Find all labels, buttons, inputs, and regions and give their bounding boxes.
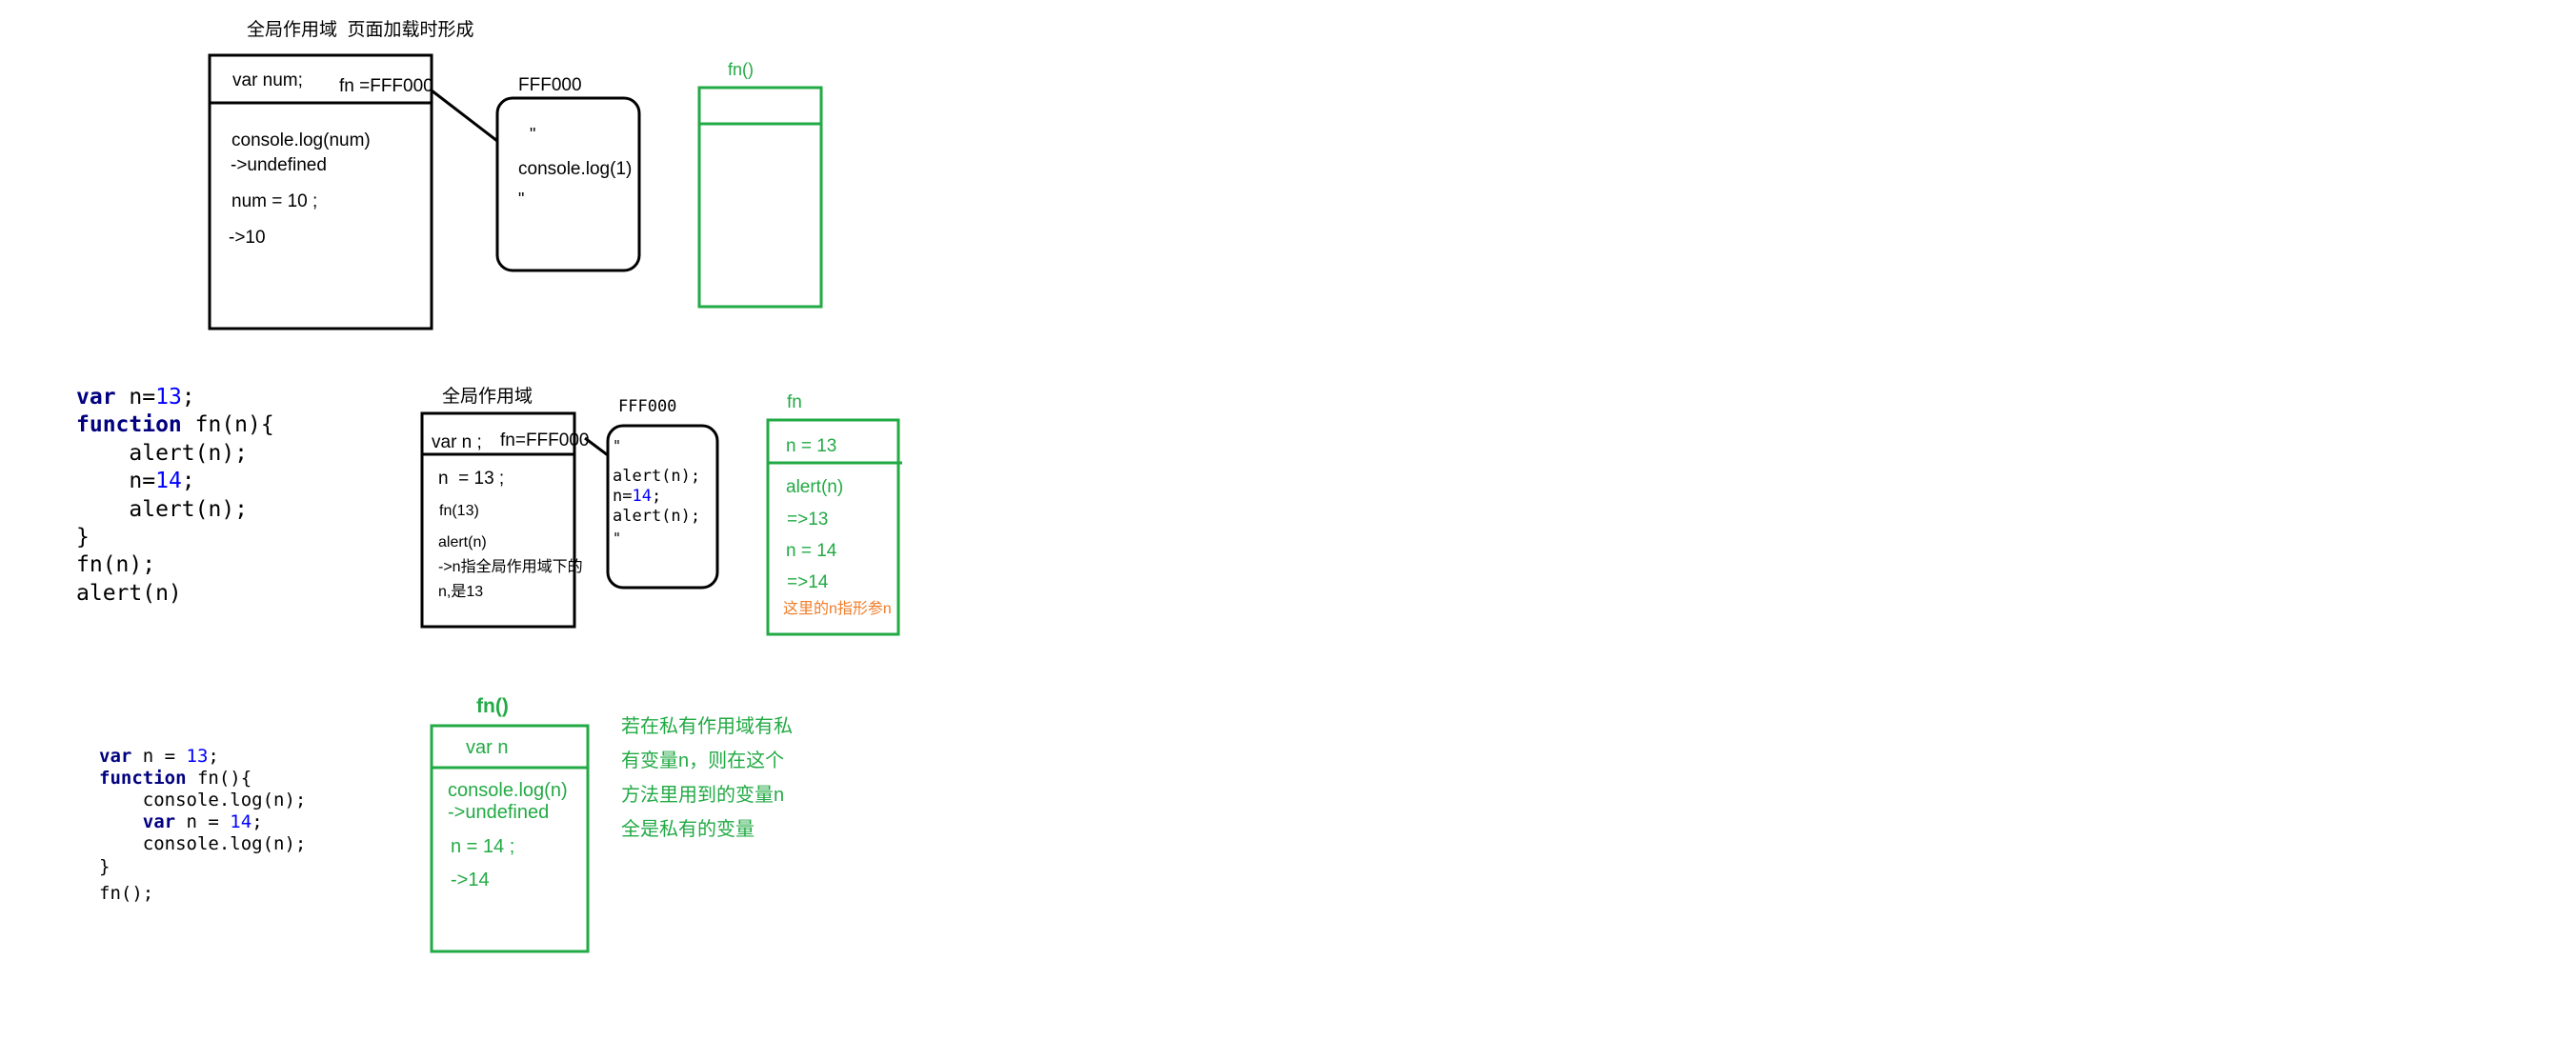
d1-heap-quote-close: ": [518, 190, 525, 209]
d1-heap-code: console.log(1): [518, 160, 633, 178]
d3-code-line-5: console.log(n);: [99, 833, 307, 854]
d2-code-line-8: alert(n): [76, 581, 182, 606]
d2-code-num: 13: [155, 385, 182, 410]
d2-code-text: fn(n){: [181, 412, 274, 437]
d2-code-text: n=: [115, 385, 156, 410]
d2-fn-line-1: alert(n): [786, 477, 844, 497]
d1-var-decl: var num;: [232, 70, 303, 90]
d2-line-5: n,是13: [438, 584, 484, 600]
d1-line-1: console.log(num): [231, 130, 371, 150]
d2-code-end: ;: [181, 469, 195, 493]
d2-fn-line-4: =>14: [787, 572, 829, 592]
d2-line-1: n = 13 ;: [438, 469, 505, 489]
d2-heap-line-2: n=14;: [613, 489, 661, 505]
d2-fn-label: fn: [787, 392, 802, 412]
d3-line-3: n = 14 ;: [451, 836, 515, 857]
d3-code-line-3: console.log(n);: [99, 790, 307, 810]
d2-var-decl: var n ;: [432, 432, 482, 452]
d3-code-end: ;: [252, 811, 263, 832]
d2-code-line-2: function fn(n){: [76, 414, 274, 436]
d2-line-4: ->n指全局作用域下的: [438, 559, 583, 575]
d1-line-4: ->10: [229, 228, 266, 248]
d3-code-kw: var: [99, 746, 132, 767]
d2-fn-top: n = 13: [786, 436, 837, 456]
d2-heap-num: 14: [632, 487, 652, 506]
d3-var-decl: var n: [466, 737, 509, 758]
d1-line-2: ->undefined: [231, 155, 327, 175]
d2-fn-line-2: =>13: [787, 510, 829, 530]
d2-code-text: n=: [76, 469, 156, 493]
d3-code-line-6: }: [99, 856, 111, 877]
d3-line-4: ->14: [451, 870, 490, 890]
d3-note-line-2: 有变量n，则在这个: [621, 750, 785, 771]
d2-code-line-3: alert(n);: [76, 441, 249, 466]
d2-heap-line-3: alert(n);: [613, 507, 701, 526]
d3-fn-label: fn(): [476, 695, 509, 717]
d3-note-line-3: 方法里用到的变量n: [621, 785, 785, 806]
d3-line-2: ->undefined: [448, 802, 550, 823]
d2-heap-label: FFF000: [618, 397, 677, 416]
d2-code-line-5: alert(n);: [76, 497, 249, 522]
d2-code-kw: function: [76, 412, 182, 437]
d3-code-text: n =: [175, 811, 231, 832]
d1-line-3: num = 10 ;: [231, 191, 318, 211]
d2-heap-quote-open: ": [613, 437, 622, 454]
d3-code-line-2: function fn(){: [99, 770, 252, 788]
d2-line-3: alert(n): [438, 534, 487, 550]
d3-code-kw: function: [99, 768, 187, 789]
d3-code-num: 13: [186, 746, 209, 767]
d3-code-line-1: var n = 13;: [99, 748, 219, 766]
d2-heap-end: ;: [651, 487, 662, 506]
d2-code-kw: var: [76, 385, 116, 410]
diagram-canvas: [208, 53, 902, 953]
d3-note-line-4: 全是私有的变量: [621, 819, 755, 840]
d1-heap-box: [495, 96, 641, 272]
d2-caption: 全局作用域: [442, 387, 533, 407]
d3-code-pre: [99, 811, 143, 832]
d2-line-2: fn(13): [439, 503, 479, 519]
d2-code-line-7: fn(n);: [76, 552, 156, 577]
d1-caption: 全局作用域 页面加载时形成: [247, 20, 474, 40]
d3-line-1: console.log(n): [448, 780, 568, 801]
d2-code-num: 14: [155, 469, 182, 493]
d3-code-text: n =: [131, 746, 187, 767]
d3-code-num: 14: [230, 811, 252, 832]
d1-heap-connector: [431, 89, 498, 143]
d2-code-line-6: }: [76, 525, 90, 550]
d3-code-text: fn(){: [186, 768, 252, 789]
d2-heap-text: n=: [613, 487, 633, 506]
d1-fn-scope-box: [697, 86, 823, 309]
d2-fn-note: 这里的n指形参n: [783, 601, 892, 617]
d3-code-end: ;: [208, 746, 219, 767]
d2-fn-reference: fn=FFF000: [500, 430, 590, 450]
d2-fn-line-3: n = 14: [786, 541, 837, 561]
d2-code-end: ;: [181, 385, 195, 410]
d1-fn-label: fn(): [728, 60, 754, 79]
d1-heap-quote-open: ": [530, 125, 536, 144]
d2-code-line-4: n=14;: [76, 469, 195, 493]
d3-code-kw: var: [142, 811, 176, 832]
d3-code-line-4: var n = 14;: [99, 813, 263, 831]
d3-note-line-1: 若在私有作用域有私: [621, 716, 793, 737]
d1-heap-label: FFF000: [518, 75, 582, 95]
d2-heap-quote-close: ": [613, 530, 622, 547]
d3-code-line-7: fn();: [99, 883, 154, 904]
d2-heap-line-1: alert(n);: [613, 467, 701, 486]
d1-fn-reference: fn =FFF000: [339, 76, 433, 96]
d2-code-line-1: var n=13;: [76, 387, 195, 409]
